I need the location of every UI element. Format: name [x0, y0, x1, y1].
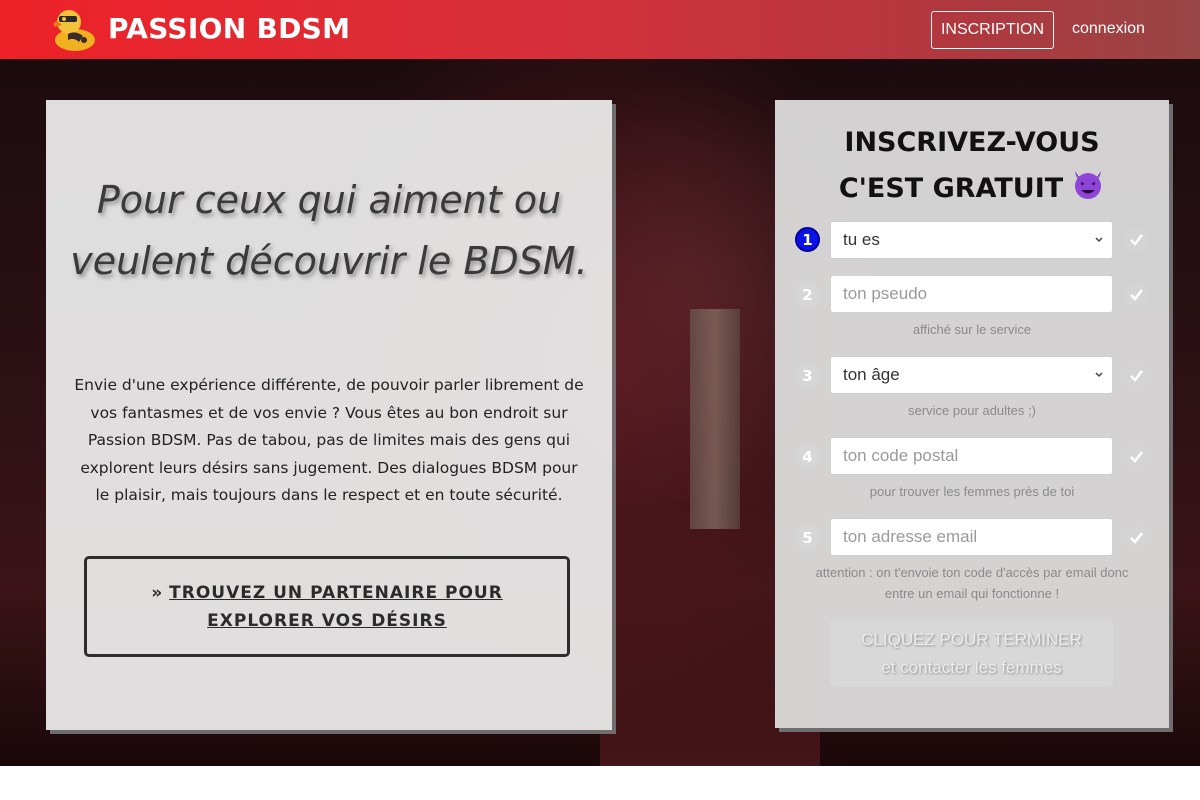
step-4-badge: 4: [795, 444, 820, 469]
signup-card: INSCRIVEZ-VOUS C'EST GRATUIT 1 tu es 2 t…: [775, 100, 1169, 728]
smiling-devil-icon: [1075, 171, 1102, 199]
age-hint: service pour adultes ;): [908, 403, 1036, 418]
register-button[interactable]: INSCRIPTION: [931, 11, 1054, 49]
hero-wooden-post: [690, 309, 740, 529]
postal-code-input[interactable]: ton code postal: [830, 437, 1113, 475]
step-3-badge: 3: [795, 363, 820, 388]
find-partner-label: TROUVEZ UN PARTENAIRE POUR EXPLORER VOS …: [169, 582, 503, 631]
pseudo-hint: affiché sur le service: [912, 322, 1032, 337]
step-3-check-icon: [1124, 363, 1149, 388]
email-input[interactable]: ton adresse email: [830, 518, 1113, 556]
step-1-check-icon: [1124, 227, 1149, 252]
signup-title: INSCRIVEZ-VOUS C'EST GRATUIT: [775, 120, 1169, 212]
step-2-check-icon: [1124, 282, 1149, 307]
rubber-duck-logo-icon[interactable]: [48, 4, 98, 54]
step-5-check-icon: [1124, 525, 1149, 550]
pseudo-input[interactable]: ton pseudo: [830, 275, 1113, 313]
step-5-badge: 5: [795, 525, 820, 550]
signup-title-line1: INSCRIVEZ-VOUS: [844, 127, 1100, 158]
age-select[interactable]: ton âge: [830, 356, 1113, 394]
finish-signup-button[interactable]: CLIQUEZ POUR TERMINER et contacter les f…: [830, 620, 1113, 687]
chevron-down-icon: [1095, 237, 1103, 243]
step-1-badge: 1: [795, 227, 820, 252]
promo-card: Pour ceux qui aiment ou veulent découvri…: [46, 100, 612, 730]
email-hint: attention : on t'envoie ton code d'accès…: [815, 565, 1129, 601]
postal-code-hint: pour trouver les femmes près de toi: [869, 484, 1075, 499]
step-4-check-icon: [1124, 444, 1149, 469]
finish-signup-label-line1: CLIQUEZ POUR TERMINER: [861, 630, 1082, 649]
find-partner-button[interactable]: » TROUVEZ UN PARTENAIRE POUR EXPLORER VOS…: [84, 556, 570, 657]
finish-signup-label-line2: et contacter les femmes: [881, 658, 1062, 677]
chevron-down-icon: [1095, 372, 1103, 378]
top-navbar: PASSION BDSM INSCRIPTION connexion: [0, 0, 1200, 59]
age-select-value: ton âge: [843, 365, 900, 384]
login-link[interactable]: connexion: [1072, 20, 1145, 38]
gender-select-value: tu es: [843, 230, 880, 249]
promo-headline: Pour ceux qui aiment ou veulent découvri…: [70, 178, 588, 283]
gender-select[interactable]: tu es: [830, 221, 1113, 259]
step-2-badge: 2: [795, 282, 820, 307]
brand-name[interactable]: PASSION BDSM: [108, 12, 350, 45]
signup-title-line2: C'EST GRATUIT: [838, 173, 1064, 204]
double-chevron-right-icon: »: [151, 582, 164, 603]
promo-intro-text: Envie d'une expérience différente, de po…: [74, 376, 584, 504]
signup-title-line2-wrap: C'EST GRATUIT: [775, 166, 1169, 212]
